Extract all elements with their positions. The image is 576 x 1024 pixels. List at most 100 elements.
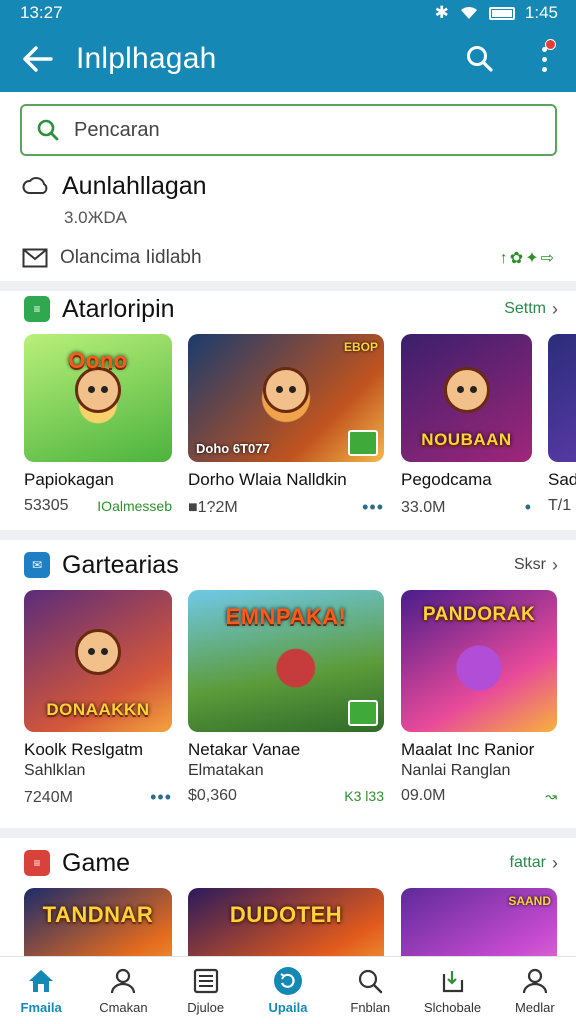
mail-icon bbox=[22, 248, 48, 268]
download-icon bbox=[438, 966, 468, 996]
search-icon bbox=[467, 46, 493, 72]
app-tag: • bbox=[524, 497, 532, 517]
app-stat: 53305 bbox=[24, 497, 69, 514]
app-thumbnail bbox=[548, 334, 576, 462]
app-card[interactable]: DUDOTEH bbox=[188, 888, 384, 958]
app-tag: ••• bbox=[362, 497, 384, 517]
info-line: Olancima Iidlabh bbox=[60, 247, 202, 268]
divider bbox=[0, 530, 576, 540]
status-bar: 13:27 ✱ 1:45 bbox=[0, 0, 576, 26]
nav-item-home[interactable]: Fmaila bbox=[0, 957, 82, 1024]
person-icon bbox=[520, 966, 550, 996]
app-card[interactable]: EBOP Doho 6T077 Dorho Wlaia Nalldkin ■1?… bbox=[188, 334, 384, 518]
app-thumbnail: Oono bbox=[24, 334, 172, 462]
more-vert-icon bbox=[541, 46, 547, 72]
search-icon bbox=[355, 966, 385, 996]
section-title: Game bbox=[62, 848, 131, 877]
app-card[interactable]: TANDNAR bbox=[24, 888, 172, 958]
app-stat: 7240M bbox=[24, 788, 73, 806]
app-card[interactable]: SAAND bbox=[401, 888, 557, 958]
app-thumbnail: EBOP Doho 6T077 bbox=[188, 334, 384, 462]
app-stat: 09.0M bbox=[401, 787, 446, 804]
account-sub: 3.0ЖDA bbox=[64, 208, 127, 227]
see-more-link[interactable]: Settm › bbox=[504, 299, 558, 320]
section-1: ≡ Atarloripin Settm › Oono Papiokagan 533… bbox=[0, 284, 576, 534]
notification-dot bbox=[545, 39, 556, 50]
section-icon: ≡ bbox=[24, 850, 50, 876]
person-icon bbox=[108, 966, 138, 996]
app-subtitle: Nanlai Ranglan bbox=[401, 762, 511, 779]
app-thumbnail: DONAAKKN bbox=[24, 590, 172, 732]
nav-item-2[interactable]: Cmakan bbox=[82, 957, 164, 1024]
app-tag: ••• bbox=[150, 787, 172, 807]
nav-item-6[interactable]: Slchobale bbox=[411, 957, 493, 1024]
section-3: ≡ Game fattar › TANDNAR DUDOTEH SAAND bbox=[0, 838, 576, 958]
refresh-icon bbox=[273, 966, 303, 996]
app-stat: $0,360 bbox=[188, 787, 237, 804]
info-block: Aunlahllagan 3.0ЖDA Olancima Iidlabh ↑✿✦… bbox=[22, 168, 556, 278]
section-2: ✉ Gartearias Sksr › DONAAKKN Koolk Reslga… bbox=[0, 540, 576, 820]
home-icon bbox=[26, 966, 56, 996]
app-thumbnail: NOUBAAN bbox=[401, 334, 532, 462]
app-card[interactable]: Sad T/1 bbox=[548, 334, 576, 515]
nav-item-3[interactable]: Djuloe bbox=[165, 957, 247, 1024]
app-stat: T/1 bbox=[548, 497, 572, 514]
section-icon: ✉ bbox=[24, 552, 50, 578]
page-title: Inlplhagah bbox=[76, 42, 217, 75]
bottom-navigation: Fmaila Cmakan Djuloe Upaila Fnblan Slcho… bbox=[0, 956, 576, 1024]
chevron-right-icon: › bbox=[552, 298, 558, 319]
app-tag: IOalmesseb bbox=[97, 498, 172, 514]
app-title: Papiokagan bbox=[24, 470, 114, 489]
app-title: Sad bbox=[548, 470, 576, 489]
app-title: Pegodcama bbox=[401, 470, 492, 489]
chevron-right-icon: › bbox=[552, 554, 558, 575]
app-card[interactable]: PANDORAK Maalat Inc Ranior Nanlai Rangla… bbox=[401, 590, 557, 805]
arrow-left-icon bbox=[23, 46, 53, 72]
app-thumbnail: TANDNAR bbox=[24, 888, 172, 958]
app-subtitle: Sahlklan bbox=[24, 762, 86, 779]
app-title: Dorho Wlaia Nalldkin bbox=[188, 470, 347, 489]
app-bar: Inlplhagah bbox=[0, 26, 576, 92]
app-title: Netakar Vanae bbox=[188, 740, 301, 759]
app-thumbnail: DUDOTEH bbox=[188, 888, 384, 958]
see-more-link[interactable]: Sksr › bbox=[514, 555, 558, 576]
bluetooth-icon: ✱ bbox=[434, 3, 449, 22]
app-subtitle: Elmatakan bbox=[188, 762, 264, 779]
wifi-icon bbox=[460, 6, 477, 19]
nav-item-7[interactable]: Medlar bbox=[494, 957, 576, 1024]
app-card[interactable]: EMNPAKA! Netakar Vanae Elmatakan $0,360 K… bbox=[188, 590, 384, 805]
app-tag: ↝ bbox=[545, 787, 557, 804]
app-tag: K3 l33 bbox=[344, 788, 384, 804]
app-stat: ■1?2M bbox=[188, 498, 238, 516]
app-card[interactable]: Oono Papiokagan 53305 IOalmesseb bbox=[24, 334, 172, 515]
search-button[interactable] bbox=[448, 26, 512, 92]
info-badges[interactable]: ↑✿✦⇨ bbox=[500, 248, 556, 268]
chevron-right-icon: › bbox=[552, 852, 558, 873]
list-icon bbox=[191, 966, 221, 996]
back-button[interactable] bbox=[0, 26, 76, 92]
search-input[interactable]: Pencaran bbox=[20, 104, 557, 156]
account-name: Aunlahllagan bbox=[62, 171, 207, 200]
app-title: Maalat Inc Ranior bbox=[401, 740, 535, 759]
nav-item-5[interactable]: Fnblan bbox=[329, 957, 411, 1024]
cloud-icon bbox=[22, 177, 48, 194]
section-title: Gartearias bbox=[62, 550, 179, 579]
app-card[interactable]: NOUBAAN Pegodcama 33.0M • bbox=[401, 334, 532, 518]
battery-icon bbox=[488, 6, 515, 20]
status-time-right: 1:45 bbox=[524, 3, 558, 22]
section-title: Atarloripin bbox=[62, 294, 175, 323]
app-thumbnail: SAAND bbox=[401, 888, 557, 958]
see-more-link[interactable]: fattar › bbox=[510, 853, 558, 874]
search-icon bbox=[37, 119, 59, 141]
nav-item-4[interactable]: Upaila bbox=[247, 957, 329, 1024]
overflow-menu-button[interactable] bbox=[512, 26, 576, 92]
app-stat: 33.0M bbox=[401, 498, 446, 516]
app-thumbnail: PANDORAK bbox=[401, 590, 557, 732]
app-thumbnail: EMNPAKA! bbox=[188, 590, 384, 732]
app-card[interactable]: DONAAKKN Koolk Reslgatm Sahlklan 7240M ••… bbox=[24, 590, 172, 808]
app-title: Koolk Reslgatm bbox=[24, 740, 144, 759]
divider bbox=[0, 828, 576, 838]
search-placeholder: Pencaran bbox=[74, 118, 160, 141]
section-icon: ≡ bbox=[24, 296, 50, 322]
status-time: 13:27 bbox=[20, 3, 63, 22]
